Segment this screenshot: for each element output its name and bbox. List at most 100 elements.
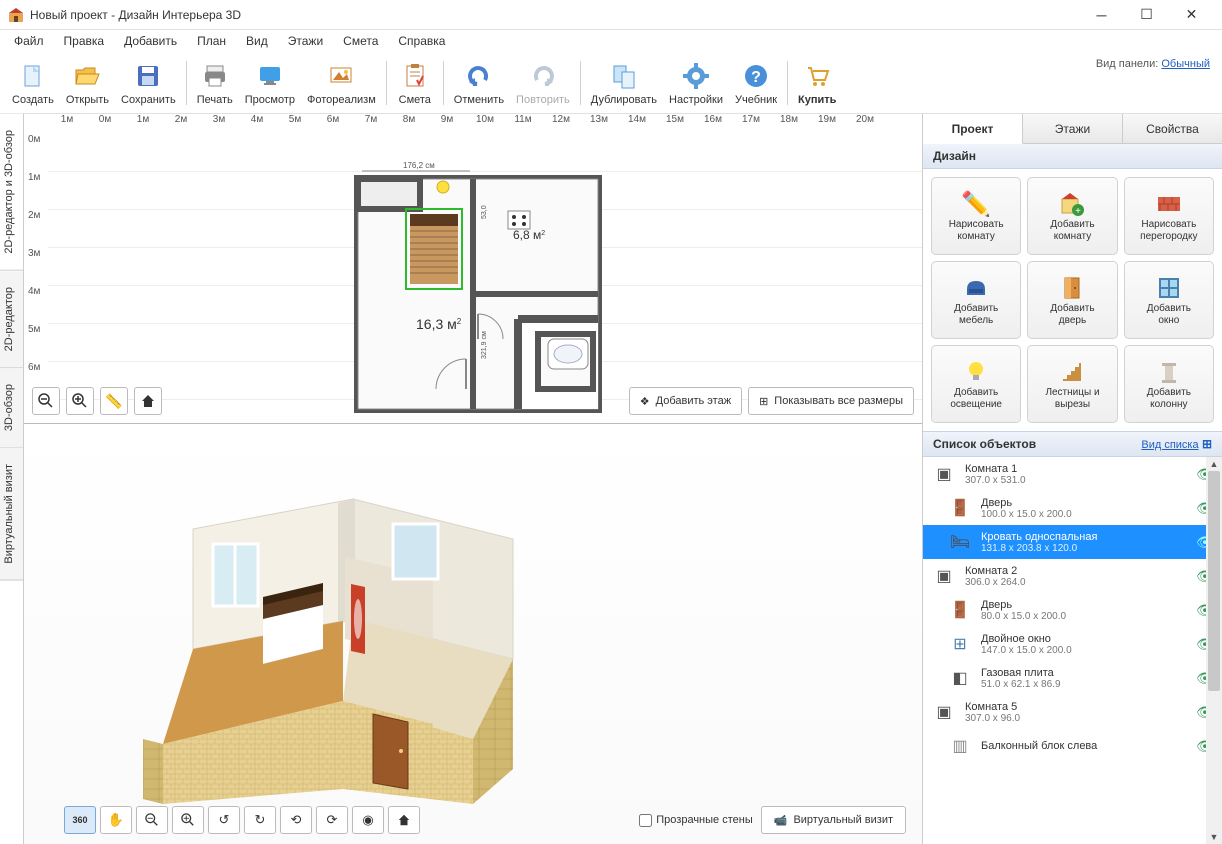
rotate-left-button[interactable]: ↺ [208,806,240,834]
estimate-button[interactable]: Смета [391,58,439,108]
object-list-item[interactable]: 🚪Дверь100.0 x 15.0 x 200.0👁 [923,491,1222,525]
svg-text:321,9 см: 321,9 см [481,331,488,359]
svg-text:176,2 см: 176,2 см [403,161,435,170]
object-list[interactable]: ▣Комната 1307.0 x 531.0👁🚪Дверь100.0 x 15… [923,457,1222,844]
new-file-icon [17,60,49,92]
undo-button[interactable]: Отменить [448,58,510,108]
zoom-in-button[interactable] [66,387,94,415]
add-floor-button[interactable]: ❖Добавить этаж [629,387,742,415]
balcony-icon: ▥ [947,733,973,759]
vtab-3d[interactable]: 3D-обзор [0,368,23,448]
tilt-down-button[interactable]: ⟳ [316,806,348,834]
column-icon [1156,357,1182,387]
home-3d-button[interactable] [388,806,420,834]
floor-plan[interactable]: 16,3 м2 6,8 м2 176,2 см 53,0 321,9 см [348,159,608,419]
add-column-button[interactable]: Добавитьколонну [1124,345,1214,423]
canvas-2d-controls: 📏 [32,387,162,415]
clipboard-icon [399,60,431,92]
stairs-button[interactable]: Лестницы ивырезы [1027,345,1117,423]
ruler-button[interactable]: 📏 [100,387,128,415]
duplicate-button[interactable]: Дублировать [585,58,663,108]
duplicate-icon [608,60,640,92]
add-room-button[interactable]: +Добавитькомнату [1027,177,1117,255]
draw-room-button[interactable]: ✏️Нарисоватькомнату [931,177,1021,255]
orbit-button[interactable]: ◉ [352,806,384,834]
tilt-up-button[interactable]: ⟲ [280,806,312,834]
title-bar: Новый проект - Дизайн Интерьера 3D ─ ☐ ✕ [0,0,1222,30]
scroll-up-arrow[interactable]: ▲ [1206,457,1222,471]
object-dimensions: 307.0 x 531.0 [965,475,1196,486]
object-list-item[interactable]: ▥Балконный блок слева👁 [923,729,1222,763]
scroll-thumb[interactable] [1208,471,1220,691]
object-name: Балконный блок слева [981,740,1196,752]
show-sizes-button[interactable]: ⊞Показывать все размеры [748,387,914,415]
close-button[interactable]: ✕ [1169,1,1214,29]
vtab-2d-3d[interactable]: 2D-редактор и 3D-обзор [0,114,23,271]
window-title: Новый проект - Дизайн Интерьера 3D [30,8,1079,22]
tab-floors[interactable]: Этажи [1023,114,1123,144]
add-window-button[interactable]: Добавитьокно [1124,261,1214,339]
zoom-in-3d-button[interactable] [172,806,204,834]
panel-view-link[interactable]: Обычный [1161,58,1210,70]
object-list-item[interactable]: 🛏Кровать односпальная131.8 x 203.8 x 120… [923,525,1222,559]
buy-button[interactable]: Купить [792,58,842,108]
add-door-button[interactable]: Добавитьдверь [1027,261,1117,339]
menu-add[interactable]: Добавить [114,32,187,50]
menu-edit[interactable]: Правка [54,32,115,50]
tab-project[interactable]: Проект [923,114,1023,144]
undo-icon [463,60,495,92]
rotate-right-button[interactable]: ↻ [244,806,276,834]
view-2d[interactable]: 1м0м1м2м3м4м5м6м7м8м9м10м11м12м13м14м15м… [24,114,922,424]
tab-properties[interactable]: Свойства [1123,114,1222,144]
zoom-out-button[interactable] [32,387,60,415]
door-icon [1059,273,1085,303]
scroll-down-arrow[interactable]: ▼ [1206,830,1222,844]
object-list-item[interactable]: ◧Газовая плита51.0 x 62.1 x 86.9👁 [923,661,1222,695]
menu-view[interactable]: Вид [236,32,278,50]
create-button[interactable]: Создать [6,58,60,108]
add-lighting-button[interactable]: Добавитьосвещение [931,345,1021,423]
view-360-button[interactable]: 360 [64,806,96,834]
svg-text:53,0: 53,0 [481,205,488,219]
cart-icon [801,60,833,92]
object-list-item[interactable]: ▣Комната 2306.0 x 264.0👁 [923,559,1222,593]
print-button[interactable]: Печать [191,58,239,108]
photorealism-button[interactable]: Фотореализм [301,58,382,108]
preview-button[interactable]: Просмотр [239,58,301,108]
menu-estimate[interactable]: Смета [333,32,388,50]
minimize-button[interactable]: ─ [1079,1,1124,29]
scrollbar[interactable]: ▲ ▼ [1206,457,1222,844]
folder-open-icon [71,60,103,92]
list-options-icon[interactable]: ⊞ [1202,437,1212,451]
list-view-link[interactable]: Вид списка [1141,439,1198,451]
zoom-out-3d-button[interactable] [136,806,168,834]
vtab-virtual[interactable]: Виртуальный визит [0,448,23,581]
object-list-item[interactable]: ▣Комната 1307.0 x 531.0👁 [923,457,1222,491]
save-button[interactable]: Сохранить [115,58,182,108]
menu-floors[interactable]: Этажи [278,32,333,50]
object-list-item[interactable]: ▣Комната 5307.0 x 96.0👁 [923,695,1222,729]
redo-icon [527,60,559,92]
object-list-item[interactable]: ⊞Двойное окно147.0 x 15.0 x 200.0👁 [923,627,1222,661]
add-furniture-button[interactable]: Добавитьмебель [931,261,1021,339]
object-name: Двойное окно [981,633,1196,645]
room-3d-model[interactable] [143,489,563,809]
tutorial-button[interactable]: ?Учебник [729,58,783,108]
settings-button[interactable]: Настройки [663,58,729,108]
menu-plan[interactable]: План [187,32,236,50]
object-list-item[interactable]: 🚪Дверь80.0 x 15.0 x 200.0👁 [923,593,1222,627]
maximize-button[interactable]: ☐ [1124,1,1169,29]
wall-icon [1156,189,1182,219]
pan-button[interactable]: ✋ [100,806,132,834]
menu-file[interactable]: Файл [4,32,54,50]
object-dimensions: 307.0 x 96.0 [965,713,1196,724]
view-3d[interactable]: 360 ✋ ↺ ↻ ⟲ ⟳ ◉ Прозрачные стены 📹Виртуа… [24,424,922,844]
open-button[interactable]: Открыть [60,58,115,108]
home-button[interactable] [134,387,162,415]
transparent-walls-checkbox[interactable]: Прозрачные стены [639,814,752,827]
vtab-2d[interactable]: 2D-редактор [0,271,23,368]
draw-partition-button[interactable]: Нарисоватьперегородку [1124,177,1214,255]
virtual-visit-button[interactable]: 📹Виртуальный визит [761,806,906,834]
canvas-2d[interactable]: 16,3 м2 6,8 м2 176,2 см 53,0 321,9 см [48,134,922,423]
menu-help[interactable]: Справка [388,32,455,50]
